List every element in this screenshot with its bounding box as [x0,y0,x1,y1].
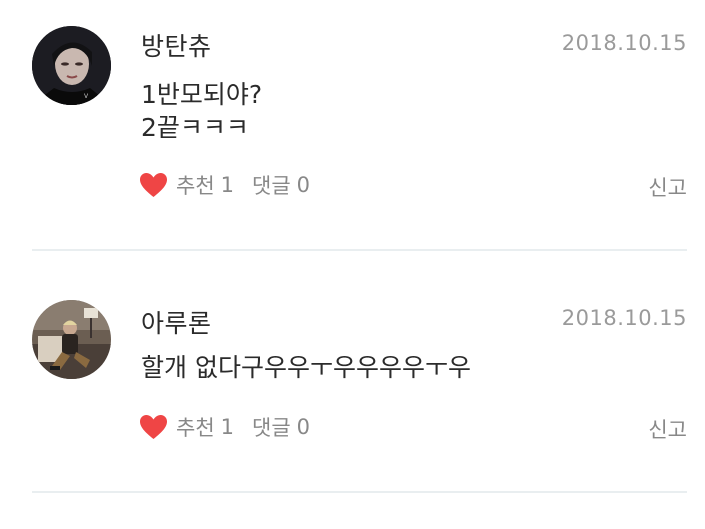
profile-photo-icon [32,300,111,379]
divider [32,491,687,493]
author-name[interactable]: 아루론 [141,304,212,340]
reply-count: 0 [296,415,311,439]
avatar[interactable]: V [32,26,111,105]
reply-label[interactable]: 댓글 [252,170,291,200]
comment-item: 아루론 2018.10.15 할개 없다구우우ㅜ우우우우ㅜ우 추천 1 댓글 0… [0,251,705,493]
report-button[interactable]: 신고 [648,172,687,202]
author-name[interactable]: 방탄츄 [141,27,212,63]
like-label[interactable]: 추천 [176,170,215,200]
report-button[interactable]: 신고 [648,414,687,444]
heart-icon[interactable] [139,172,168,198]
heart-icon[interactable] [139,414,168,440]
avatar[interactable] [32,300,111,379]
like-label[interactable]: 추천 [176,412,215,442]
comment-date: 2018.10.15 [561,306,687,330]
comment-date: 2018.10.15 [561,31,687,55]
comment-actions: 추천 1 댓글 0 [139,170,310,200]
profile-photo-icon: V [32,26,111,105]
like-count: 1 [220,415,235,439]
comment-text: 할개 없다구우우ㅜ우우우우ㅜ우 [141,353,471,382]
like-count: 1 [220,173,235,197]
comment-item: V 방탄츄 2018.10.15 1반모되야? 2끝ㅋㅋㅋ 추천 1 댓글 0 … [0,0,705,251]
reply-label[interactable]: 댓글 [252,412,291,442]
comment-text: 1반모되야? 2끝ㅋㅋㅋ [141,80,263,142]
reply-count: 0 [296,173,311,197]
comment-actions: 추천 1 댓글 0 [139,412,310,442]
